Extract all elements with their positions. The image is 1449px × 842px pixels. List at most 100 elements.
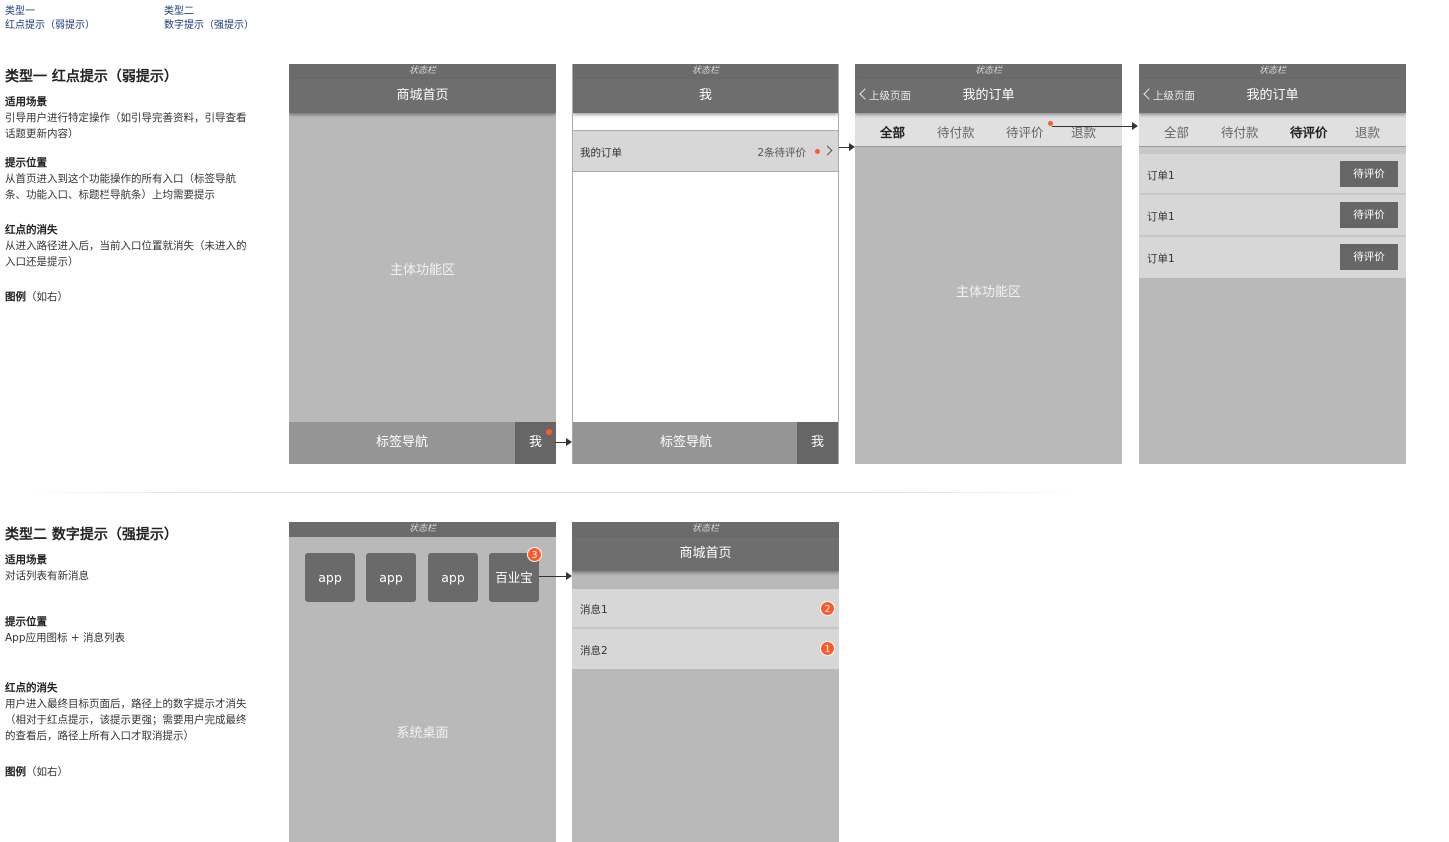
section2-position: 提示位置 App应用图标 + 消息列表 (5, 614, 250, 646)
order-tabs: 全部 待付款 待评价 退款 (855, 113, 1122, 147)
red-dot (546, 429, 552, 435)
list-item-label: 我的订单 (580, 147, 622, 159)
back-button[interactable]: 上级页面 (859, 79, 911, 113)
tab-bar-label[interactable]: 标签导航 (573, 422, 799, 464)
title-bar: 上级页面 我的订单 (1139, 79, 1406, 113)
back-label: 上级页面 (1153, 90, 1195, 102)
flow-arrow-line (555, 442, 566, 443)
title-bar: 商城首页 (289, 79, 556, 113)
app-icon[interactable]: app (366, 553, 416, 602)
message-row[interactable]: 消息2 1 (572, 629, 839, 669)
tab-pending-review[interactable]: 待评价 (1006, 122, 1044, 141)
tab-pending-payment[interactable]: 待付款 (937, 122, 975, 141)
message-label: 消息1 (580, 604, 608, 616)
message-label: 消息2 (580, 645, 608, 657)
status-bar: 状态栏 (289, 64, 556, 79)
page-title: 我 (698, 88, 712, 103)
order-tabs: 全部 待付款 待评价 退款 (1139, 113, 1406, 147)
section2-vanish-text: 用户进入最终目标页面后，路径上的数字提示才消失（相对于红点提示，该提示更强；需要… (5, 698, 247, 742)
list-item-value: 2条待评价 (757, 147, 806, 159)
link-type2-line1: 类型二 (164, 6, 194, 17)
title-bar: 商城首页 (572, 537, 839, 571)
title-bar: 我 (573, 79, 838, 113)
main-area-label: 系统桌面 (396, 726, 449, 741)
tab-all[interactable]: 全部 (880, 122, 905, 141)
tab-me[interactable]: 我 (797, 422, 838, 464)
section2-scene-text: 对话列表有新消息 (5, 570, 89, 582)
back-button[interactable]: 上级页面 (1143, 79, 1195, 113)
tab-me-label: 我 (810, 435, 824, 450)
section1-scene-text: 引导用户进行特定操作（如引导完善资料，引导查看话题更新内容） (5, 112, 247, 140)
phone-desktop: 状态栏 app app app 百业宝 3 系统桌面 (289, 522, 556, 842)
title-bar: 上级页面 我的订单 (855, 79, 1122, 113)
tab-refund[interactable]: 退款 (1355, 122, 1380, 141)
tab-pending-payment[interactable]: 待付款 (1221, 122, 1259, 141)
section1-legend-title: 图例 (5, 291, 26, 303)
section1-position: 提示位置 从首页进入到这个功能操作的所有入口（标签导航条、功能入口、标题栏导航条… (5, 155, 250, 203)
main-area-label: 主体功能区 (389, 263, 455, 278)
phone-my-orders: 状态栏 上级页面 我的订单 全部 待付款 待评价 退款 主体功能区 (855, 64, 1122, 464)
message-row[interactable]: 消息1 2 (572, 589, 839, 629)
order-row: 订单1 待评价 (1139, 154, 1406, 195)
section1-position-text: 从首页进入到这个功能操作的所有入口（标签导航条、功能入口、标题栏导航条）上均需要… (5, 173, 236, 201)
section-divider (22, 492, 1082, 493)
count-badge: 2 (820, 601, 835, 616)
status-bar: 状态栏 (1139, 64, 1406, 79)
back-label: 上级页面 (869, 90, 911, 102)
phone-my-orders-review: 状态栏 上级页面 我的订单 全部 待付款 待评价 退款 订单1 待评价 订单1 … (1139, 64, 1406, 464)
status-bar: 状态栏 (572, 522, 839, 537)
main-area: 主体功能区 (855, 147, 1122, 464)
page-title: 我的订单 (962, 88, 1015, 103)
tab-all[interactable]: 全部 (1164, 122, 1189, 141)
section1-vanish: 红点的消失 从进入路径进入后，当前入口位置就消失（未进入的入口还是提示） (5, 222, 250, 270)
link-type2[interactable]: 类型二 数字提示（强提示） (164, 5, 254, 33)
spacer (572, 571, 839, 589)
order-label: 订单1 (1147, 170, 1175, 182)
tab-refund[interactable]: 退款 (1071, 122, 1096, 141)
tab-bar-label[interactable]: 标签导航 (289, 422, 515, 464)
section2-scene: 适用场景 对话列表有新消息 (5, 552, 250, 584)
section2-title: 类型二 数字提示（强提示） (5, 527, 178, 543)
section1-vanish-text: 从进入路径进入后，当前入口位置就消失（未进入的入口还是提示） (5, 240, 247, 268)
flow-arrow-line (839, 147, 849, 148)
order-row: 订单1 待评价 (1139, 195, 1406, 237)
section1-scene: 适用场景 引导用户进行特定操作（如引导完善资料，引导查看话题更新内容） (5, 94, 250, 142)
flow-arrow-line (1052, 126, 1132, 127)
page-title: 商城首页 (396, 88, 449, 103)
main-area-label: 主体功能区 (955, 285, 1021, 300)
section1-legend: 图例（如右） (5, 289, 250, 305)
tab-bar: 标签导航 我 (289, 422, 556, 464)
app-icon[interactable]: app (305, 553, 355, 602)
order-row: 订单1 待评价 (1139, 237, 1406, 278)
section1-scene-title: 适用场景 (5, 96, 47, 108)
review-button[interactable]: 待评价 (1340, 161, 1398, 187)
section2-position-title: 提示位置 (5, 616, 47, 628)
section2-legend-title: 图例 (5, 766, 26, 778)
flow-arrow-head (1132, 122, 1138, 130)
tab-me-label: 我 (528, 435, 542, 450)
link-type1-line2: 红点提示（弱提示） (5, 20, 95, 31)
tab-pending-review[interactable]: 待评价 (1290, 122, 1328, 141)
app-icon[interactable]: app (428, 553, 478, 602)
flow-arrow-line (539, 576, 566, 577)
section2-vanish: 红点的消失 用户进入最终目标页面后，路径上的数字提示才消失（相对于红点提示，该提… (5, 680, 250, 744)
review-button[interactable]: 待评价 (1340, 244, 1398, 270)
page-title: 我的订单 (1246, 88, 1299, 103)
section2-vanish-title: 红点的消失 (5, 682, 58, 694)
tab-bar: 标签导航 我 (573, 422, 838, 464)
section2-position-text: App应用图标 + 消息列表 (5, 632, 125, 644)
section1-vanish-title: 红点的消失 (5, 224, 58, 236)
phone-mall-home: 状态栏 商城首页 主体功能区 标签导航 我 (289, 64, 556, 464)
link-type2-line2: 数字提示（强提示） (164, 20, 254, 31)
review-button[interactable]: 待评价 (1340, 202, 1398, 228)
phone-me: 状态栏 我 我的订单 2条待评价 标签导航 我 (572, 64, 839, 464)
status-bar: 状态栏 (855, 64, 1122, 79)
chevron-right-icon (822, 145, 833, 156)
section2-legend-text: （如右） (26, 766, 68, 778)
section1-legend-text: （如右） (26, 291, 68, 303)
count-badge: 1 (820, 641, 835, 656)
link-type1[interactable]: 类型一 红点提示（弱提示） (5, 5, 95, 33)
list-item-my-orders[interactable]: 我的订单 2条待评价 (573, 130, 838, 172)
spacer (573, 113, 838, 130)
page-title: 商城首页 (679, 546, 732, 561)
